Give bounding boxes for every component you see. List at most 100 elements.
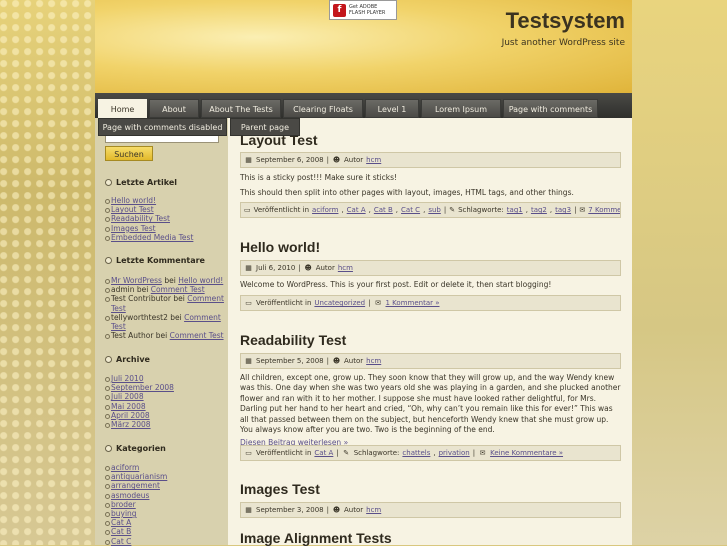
comments-link[interactable]: 7 Kommentare » bbox=[588, 203, 620, 217]
recent-post-link[interactable]: Hello world! bbox=[111, 196, 156, 205]
category-link[interactable]: Cat A bbox=[314, 446, 333, 460]
tag-link[interactable]: tag2 bbox=[531, 203, 547, 217]
calendar-icon: ▦ bbox=[245, 357, 252, 365]
archive-link[interactable]: September 2008 bbox=[111, 383, 174, 392]
archive-list: Juli 2010 September 2008 Juli 2008 Mai 2… bbox=[105, 374, 225, 429]
recent-post-link[interactable]: Readability Test bbox=[111, 214, 170, 223]
flash-player-badge[interactable]: f Get ADOBE FLASH PLAYER bbox=[329, 0, 397, 20]
author-label: Autor bbox=[344, 357, 364, 365]
subnav-item-page-with-comments-disabled[interactable]: Page with comments disabled bbox=[98, 118, 227, 136]
comment-sep: bei bbox=[134, 285, 151, 295]
category-link[interactable]: antiquarianism bbox=[111, 472, 167, 481]
nav-item-clearing-floats[interactable]: Clearing Floats bbox=[283, 99, 363, 118]
nav-item-level-1[interactable]: Level 1 bbox=[365, 99, 419, 118]
comment-post-link[interactable]: Hello world! bbox=[178, 276, 223, 285]
recent-post-link[interactable]: Embedded Media Test bbox=[111, 233, 193, 242]
author-link[interactable]: hcm bbox=[366, 503, 381, 517]
list-item: Test Author bei Comment Test bbox=[105, 331, 225, 340]
folder-icon: ▭ bbox=[245, 299, 252, 307]
recent-comments-list: Mr WordPress bei Hello world! admin bei … bbox=[105, 276, 225, 340]
folder-icon: ▭ bbox=[244, 206, 251, 214]
category-link[interactable]: Cat B bbox=[111, 527, 131, 536]
author-link[interactable]: hcm bbox=[366, 354, 381, 368]
list-item: antiquarianism bbox=[105, 472, 225, 481]
comment-icon: ✉ bbox=[375, 299, 381, 307]
comments-link[interactable]: 1 Kommentar » bbox=[386, 296, 440, 310]
category-link[interactable]: aciform bbox=[312, 203, 338, 217]
category-link[interactable]: sub bbox=[428, 203, 441, 217]
author-link[interactable]: hcm bbox=[338, 261, 353, 275]
widget-title-recent-comments: Letzte Kommentare bbox=[105, 256, 205, 265]
category-link[interactable]: aciform bbox=[111, 463, 139, 472]
category-link[interactable]: Cat B bbox=[374, 203, 393, 217]
author-label: Autor bbox=[344, 156, 364, 164]
list-item: broder bbox=[105, 500, 225, 509]
post-body: Welcome to WordPress. This is your first… bbox=[240, 280, 621, 291]
comment-author: admin bbox=[111, 285, 135, 295]
category-link[interactable]: arrangement bbox=[111, 481, 160, 490]
category-link[interactable]: asmodeus bbox=[111, 491, 149, 500]
search-button[interactable]: Suchen bbox=[105, 146, 153, 161]
published-label: Veröffentlicht in bbox=[256, 449, 312, 457]
archive-link[interactable]: Juli 2010 bbox=[111, 374, 144, 383]
category-link[interactable]: Uncategorized bbox=[314, 296, 365, 310]
category-link[interactable]: Cat A bbox=[111, 518, 131, 527]
list-item: September 2008 bbox=[105, 383, 225, 392]
tag-link[interactable]: tag1 bbox=[507, 203, 523, 217]
sidebar: Suchen Letzte Artikel Hello world! Layou… bbox=[95, 118, 228, 546]
post-title[interactable]: Images Test bbox=[240, 481, 320, 497]
comment-author-link[interactable]: Mr WordPress bbox=[111, 276, 162, 285]
category-link[interactable]: buying bbox=[111, 509, 137, 518]
post-title[interactable]: Image Alignment Tests bbox=[240, 530, 392, 546]
archive-link[interactable]: April 2008 bbox=[111, 411, 150, 420]
tag-link[interactable]: tag3 bbox=[555, 203, 571, 217]
category-link[interactable]: broder bbox=[111, 500, 136, 509]
nav-item-about[interactable]: About bbox=[149, 99, 199, 118]
archive-link[interactable]: Mai 2008 bbox=[111, 402, 146, 411]
comments-link[interactable]: Keine Kommentare » bbox=[490, 446, 563, 460]
comment-post-link[interactable]: Comment Test bbox=[170, 331, 224, 340]
calendar-icon: ▦ bbox=[245, 264, 252, 272]
archive-link[interactable]: Juli 2008 bbox=[111, 392, 144, 401]
nav-item-lorem-ipsum[interactable]: Lorem Ipsum bbox=[421, 99, 501, 118]
post-paragraph: This should then split into other pages … bbox=[240, 187, 574, 197]
comment-sep: bei bbox=[167, 312, 185, 322]
tags-label: Schlagworte: bbox=[458, 206, 504, 214]
post-meta: ▦ September 3, 2008 | ☻ Autor hcm bbox=[240, 502, 621, 518]
archive-link[interactable]: März 2008 bbox=[111, 420, 151, 429]
comment-sep: bei bbox=[161, 276, 179, 285]
recent-post-link[interactable]: Layout Test bbox=[111, 205, 154, 214]
author-label: Autor bbox=[344, 506, 364, 514]
post-title[interactable]: Hello world! bbox=[240, 239, 320, 255]
recent-posts-list: Hello world! Layout Test Readability Tes… bbox=[105, 196, 225, 242]
site-title[interactable]: Testsystem bbox=[506, 8, 625, 34]
right-decoration bbox=[632, 0, 727, 545]
list-item: Cat B bbox=[105, 527, 225, 536]
list-item: März 2008 bbox=[105, 420, 225, 429]
widget-title-text: Letzte Kommentare bbox=[116, 256, 205, 265]
header: f Get ADOBE FLASH PLAYER Testsystem Just… bbox=[95, 0, 632, 93]
comment-icon: ✉ bbox=[579, 206, 586, 214]
nav-item-about-the-tests[interactable]: About The Tests bbox=[201, 99, 281, 118]
post-paragraph: All children, except one, grow up. They … bbox=[240, 373, 621, 435]
recent-post-link[interactable]: Images Test bbox=[111, 224, 156, 233]
post-footer: ▭ Veröffentlicht in Uncategorized | ✉ 1 K… bbox=[240, 295, 621, 311]
list-item: admin bei Comment Test bbox=[105, 285, 225, 294]
category-link[interactable]: Cat C bbox=[111, 537, 131, 546]
post-meta: ▦ September 5, 2008 | ☻ Autor hcm bbox=[240, 353, 621, 369]
nav-item-home[interactable]: Home bbox=[98, 99, 147, 118]
list-item: aciform bbox=[105, 463, 225, 472]
list-item: Juli 2008 bbox=[105, 392, 225, 401]
tag-icon: ✎ bbox=[449, 206, 456, 214]
post-title[interactable]: Readability Test bbox=[240, 332, 346, 348]
tag-link[interactable]: chattels bbox=[402, 446, 430, 460]
category-link[interactable]: Cat C bbox=[401, 203, 420, 217]
comment-post-link[interactable]: Comment Test bbox=[151, 285, 205, 294]
nav-item-page-with-comments[interactable]: Page with comments bbox=[503, 99, 598, 118]
subnav-item-parent-page[interactable]: Parent page bbox=[230, 118, 300, 136]
widget-bullet-icon bbox=[105, 257, 112, 264]
tag-link[interactable]: privation bbox=[439, 446, 470, 460]
author-link[interactable]: hcm bbox=[366, 153, 381, 167]
list-item: Cat A bbox=[105, 518, 225, 527]
category-link[interactable]: Cat A bbox=[347, 203, 366, 217]
